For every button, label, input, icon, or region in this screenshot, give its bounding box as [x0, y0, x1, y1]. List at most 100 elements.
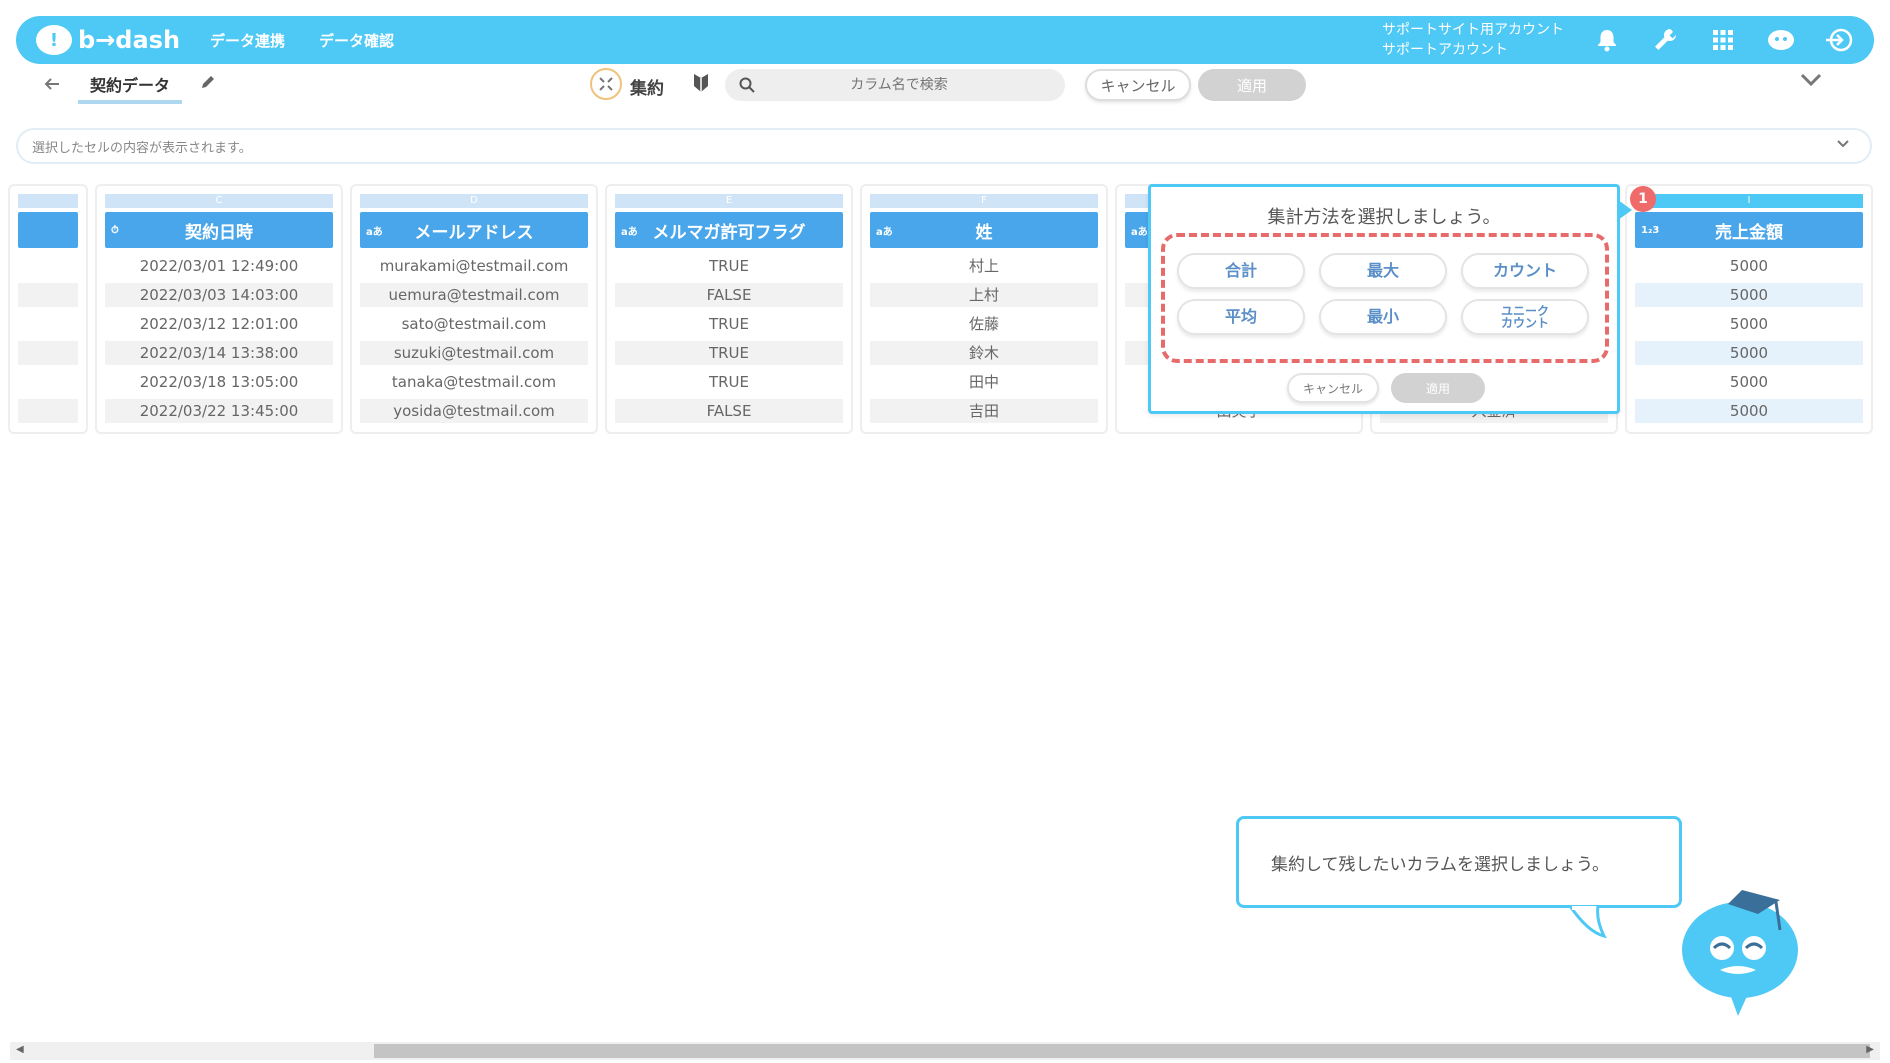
column-letter: I	[1635, 194, 1863, 208]
cell-content-placeholder: 選択したセルの内容が表示されます。	[32, 140, 252, 156]
bell-icon[interactable]	[1592, 25, 1622, 55]
table-cell[interactable]: yosida@testmail.com	[360, 399, 588, 423]
top-header: ! b→dash データ連携 データ確認 サポートサイト用アカウント サポートア…	[16, 16, 1874, 64]
table-cell[interactable]: 上村	[870, 283, 1098, 307]
logo-mark-icon: !	[36, 25, 72, 55]
column-header[interactable]: aあ メールアドレス	[360, 212, 588, 248]
page: ! b→dash データ連携 データ確認 サポートサイト用アカウント サポートア…	[0, 0, 1890, 1063]
table-cell[interactable]: FALSE	[615, 399, 843, 423]
aggregate-icon[interactable]	[590, 68, 622, 100]
column-header[interactable]: aあ メルマガ許可フラグ	[615, 212, 843, 248]
cancel-button[interactable]: キャンセル	[1085, 69, 1191, 101]
column-f[interactable]: F aあ 姓 村上 上村 佐藤 鈴木 田中 吉田	[860, 184, 1108, 434]
table-cell[interactable]: TRUE	[615, 312, 843, 336]
table-cell[interactable]: TRUE	[615, 341, 843, 365]
horizontal-scrollbar[interactable]: ◀ ▶	[10, 1042, 1880, 1060]
table-cell[interactable]: 佐藤	[870, 312, 1098, 336]
account-line1: サポートサイト用アカウント	[1382, 22, 1564, 38]
main-nav: データ連携 データ確認	[210, 30, 394, 51]
table-cell[interactable]: 5000	[1635, 399, 1863, 423]
table-cell[interactable]: TRUE	[615, 370, 843, 394]
scroll-left-arrow-icon[interactable]: ◀	[16, 1044, 24, 1055]
table-cell[interactable]: 2022/03/18 13:05:00	[105, 370, 333, 394]
account-info[interactable]: サポートサイト用アカウント サポートアカウント	[1382, 20, 1564, 60]
pencil-icon[interactable]	[200, 74, 216, 94]
column-e[interactable]: E aあ メルマガ許可フラグ TRUE FALSE TRUE TRUE TRUE …	[605, 184, 853, 434]
table-cell[interactable]: 5000	[1635, 312, 1863, 336]
column-c[interactable]: C ⏱ 契約日時 2022/03/01 12:49:00 2022/03/03 1…	[95, 184, 343, 434]
header-icons	[1592, 25, 1854, 55]
bdash-logo[interactable]: ! b→dash	[36, 25, 196, 55]
table-cell[interactable]: 2022/03/03 14:03:00	[105, 283, 333, 307]
column-letter: C	[105, 194, 333, 208]
text-type-icon: aあ	[366, 226, 383, 238]
chevron-down-icon[interactable]	[1836, 138, 1850, 153]
text-type-icon: aあ	[876, 226, 893, 238]
column-search[interactable]	[725, 69, 1065, 101]
popup-cancel-button[interactable]: キャンセル	[1287, 373, 1379, 403]
back-arrow-icon[interactable]	[40, 72, 64, 96]
scroll-right-arrow-icon[interactable]: ▶	[1866, 1044, 1874, 1055]
table-cell[interactable]: 5000	[1635, 283, 1863, 307]
column-header[interactable]	[18, 212, 78, 248]
table-cell[interactable]: tanaka@testmail.com	[360, 370, 588, 394]
account-line2: サポートアカウント	[1382, 42, 1508, 58]
table-cell[interactable]: sato@testmail.com	[360, 312, 588, 336]
scroll-thumb[interactable]	[374, 1044, 1870, 1058]
popup-apply-button[interactable]: 適用	[1391, 373, 1485, 403]
column-header[interactable]: 1₂3 売上金額	[1635, 212, 1863, 248]
cell-content-bar[interactable]: 選択したセルの内容が表示されます。	[16, 128, 1872, 164]
column-header-label: 姓	[975, 222, 993, 243]
option-max-button[interactable]: 最大	[1319, 253, 1447, 289]
aggregate-method-popup: 集計方法を選択しましょう。 合計 最大 カウント 平均 最小 ユニーク カウント…	[1148, 184, 1620, 414]
step-badge: 1	[1630, 186, 1656, 212]
table-cell[interactable]: 2022/03/22 13:45:00	[105, 399, 333, 423]
option-unique-count-button[interactable]: ユニーク カウント	[1461, 299, 1589, 335]
table-cell[interactable]: 田中	[870, 370, 1098, 394]
column-i[interactable]: I 1₂3 売上金額 5000 5000 5000 5000 5000 5000	[1625, 184, 1873, 434]
nav-data-integration[interactable]: データ連携	[210, 30, 285, 51]
beginner-badge-icon[interactable]	[692, 72, 710, 98]
option-average-button[interactable]: 平均	[1177, 299, 1305, 335]
nav-data-confirmation[interactable]: データ確認	[319, 30, 394, 51]
apps-grid-icon[interactable]	[1708, 25, 1738, 55]
table-cell[interactable]: 村上	[870, 254, 1098, 278]
logo-text: b→dash	[78, 26, 181, 54]
table-cell[interactable]: murakami@testmail.com	[360, 254, 588, 278]
table-cell[interactable]: FALSE	[615, 283, 843, 307]
table-cell[interactable]: 5000	[1635, 341, 1863, 365]
column-header-label: メールアドレス	[414, 222, 534, 243]
option-min-button[interactable]: 最小	[1319, 299, 1447, 335]
column-letter: E	[615, 194, 843, 208]
logout-icon[interactable]	[1824, 25, 1854, 55]
table-cell[interactable]: 5000	[1635, 254, 1863, 278]
column-d[interactable]: D aあ メールアドレス murakami@testmail.com uemura…	[350, 184, 598, 434]
table-cell[interactable]: 2022/03/12 12:01:00	[105, 312, 333, 336]
column-letter: D	[360, 194, 588, 208]
table-cell[interactable]: suzuki@testmail.com	[360, 341, 588, 365]
table-cell[interactable]: 2022/03/14 13:38:00	[105, 341, 333, 365]
mascot-character-icon	[1682, 890, 1798, 1016]
table-cell[interactable]: 吉田	[870, 399, 1098, 423]
table-cell[interactable]: uemura@testmail.com	[360, 283, 588, 307]
table-cell[interactable]: 5000	[1635, 370, 1863, 394]
search-icon	[739, 77, 755, 93]
table-cell[interactable]: 鈴木	[870, 341, 1098, 365]
table-cell[interactable]: TRUE	[615, 254, 843, 278]
search-input[interactable]	[769, 77, 1029, 93]
column-header[interactable]: ⏱ 契約日時	[105, 212, 333, 248]
column-header[interactable]: aあ 姓	[870, 212, 1098, 248]
column-b[interactable]	[8, 184, 88, 434]
table-cell[interactable]: 2022/03/01 12:49:00	[105, 254, 333, 278]
column-letter: F	[870, 194, 1098, 208]
text-type-icon: aあ	[621, 226, 638, 238]
option-sum-button[interactable]: 合計	[1177, 253, 1305, 289]
apply-button[interactable]: 適用	[1198, 69, 1306, 101]
option-count-button[interactable]: カウント	[1461, 253, 1589, 289]
mascot-help-icon[interactable]	[1766, 25, 1796, 55]
number-type-icon: 1₂3	[1641, 224, 1660, 236]
guide-speech-bubble: 集約して残したいカラムを選択しましょう。	[1236, 816, 1682, 908]
guide-text: 集約して残したいカラムを選択しましょう。	[1271, 854, 1609, 875]
chevron-down-icon[interactable]	[1800, 72, 1822, 91]
wrench-icon[interactable]	[1650, 25, 1680, 55]
